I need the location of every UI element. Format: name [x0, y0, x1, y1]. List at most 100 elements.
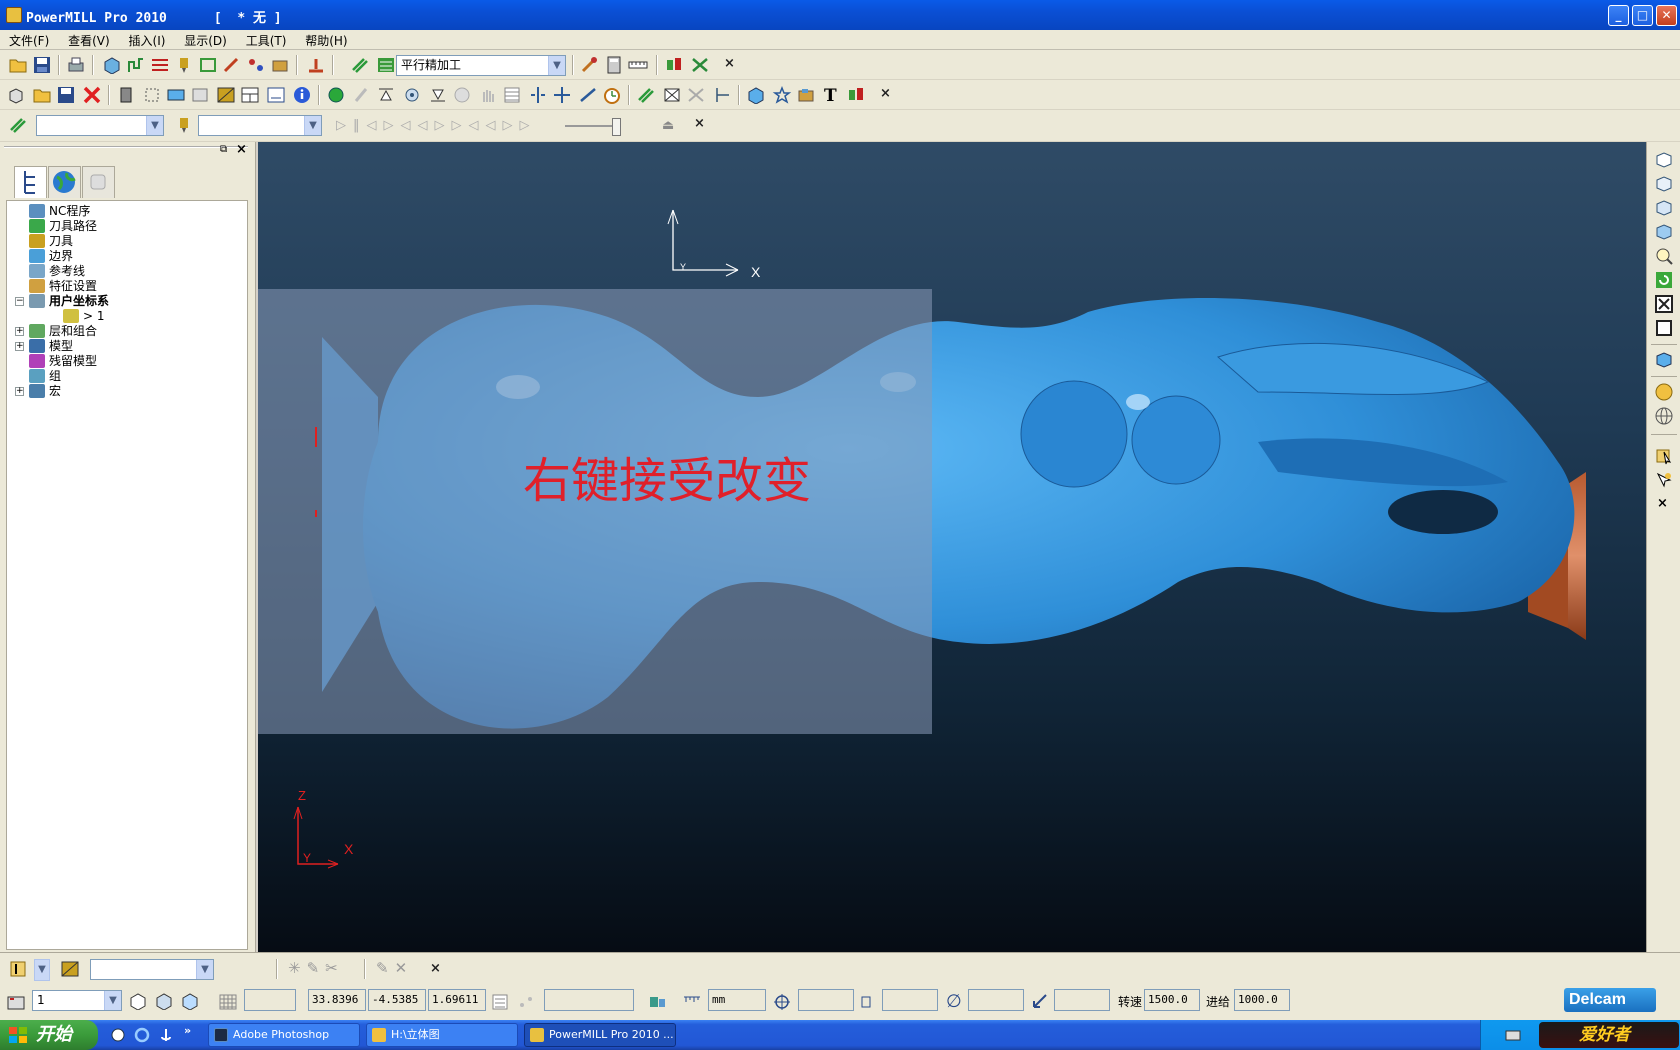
tree-item[interactable]: + 层和组合 [7, 323, 247, 339]
diameter-icon[interactable]: ∅ [946, 991, 962, 1012]
coord-y-field[interactable]: -4.5385 [368, 989, 426, 1011]
cube-view-3-icon[interactable] [180, 992, 200, 1010]
clock-icon[interactable] [602, 86, 622, 104]
powermill-app-icon[interactable] [6, 7, 22, 23]
workplane-select[interactable]: ▼ [90, 959, 214, 980]
start-button[interactable]: 开始 [0, 1020, 98, 1050]
task-powermill[interactable]: PowerMILL Pro 2010 ... [524, 1023, 676, 1047]
graphics-viewport[interactable]: X Y 右键接受改变 Y Z X [258, 142, 1646, 952]
tool-icon[interactable] [174, 56, 194, 74]
close-button[interactable]: ✕ [1656, 5, 1677, 26]
chevron-down-icon[interactable]: ▼ [196, 960, 213, 979]
cube-view-1-icon[interactable] [128, 992, 148, 1010]
refresh-icon[interactable] [1654, 270, 1674, 290]
list-icon[interactable] [490, 993, 510, 1011]
view-right-icon[interactable] [1654, 198, 1674, 218]
tool-select-icon[interactable] [174, 116, 194, 134]
measure-icon[interactable] [846, 86, 866, 104]
task-folder[interactable]: H:\立体图 [366, 1023, 518, 1047]
expand-icon[interactable]: + [15, 342, 24, 351]
tree-item[interactable]: − 用户坐标系 [7, 293, 247, 309]
stepover-field[interactable] [1054, 989, 1110, 1011]
feature-icon[interactable] [246, 56, 266, 74]
select-cursor-icon[interactable] [1654, 446, 1674, 466]
boundary-icon[interactable] [198, 56, 218, 74]
keyboard-tray-icon[interactable] [1505, 1028, 1521, 1042]
quicklaunch-more-icon[interactable]: » [184, 1024, 191, 1037]
toolbar-close-icon[interactable]: × [724, 56, 735, 71]
panel-grip[interactable] [4, 146, 248, 156]
save-project-icon[interactable] [56, 86, 76, 104]
position-field[interactable] [544, 989, 634, 1011]
anchor-icon[interactable] [158, 1027, 174, 1043]
feed-rate-icon[interactable] [150, 56, 170, 74]
draft-angle-icon[interactable] [216, 86, 236, 104]
strategy-list-icon[interactable] [376, 56, 396, 74]
zoom-icon[interactable] [1654, 246, 1674, 266]
select-lasso-icon[interactable] [1654, 470, 1674, 490]
settings-gear-icon[interactable] [402, 86, 422, 104]
toolbar-close-icon[interactable]: × [694, 116, 705, 131]
tree-item[interactable]: + 宏 [7, 383, 247, 399]
snap-points-icon[interactable] [516, 993, 536, 1011]
view-top-icon[interactable] [1654, 150, 1674, 170]
shaded-sphere-icon[interactable] [1654, 382, 1674, 402]
hand-icon[interactable] [478, 86, 498, 104]
expand-icon[interactable]: + [15, 387, 24, 396]
tree-item[interactable]: 刀具 [7, 233, 247, 249]
maximize-button[interactable]: □ [1632, 5, 1653, 26]
units-ruler-icon[interactable] [682, 993, 702, 1011]
stock-model-icon[interactable] [270, 56, 290, 74]
open-project-icon[interactable] [32, 86, 52, 104]
rapid-move-icon[interactable] [126, 56, 146, 74]
toolpath-strategy-icon[interactable] [350, 56, 370, 74]
model-cube-icon[interactable] [746, 86, 766, 104]
layout-icon[interactable] [240, 86, 260, 104]
align-top-icon[interactable] [376, 86, 396, 104]
speed-slider-thumb[interactable] [612, 118, 621, 136]
shade-icon[interactable] [116, 86, 136, 104]
save-icon[interactable] [32, 56, 52, 74]
tab-model-view[interactable] [82, 166, 115, 198]
drawing-tools[interactable]: ✎✕ [376, 959, 413, 977]
viewport-canvas[interactable]: X Y 右键接受改变 Y Z X [258, 142, 1646, 952]
arrow-down-left-icon[interactable] [1030, 993, 1050, 1011]
feed-field[interactable]: 1000.0 [1234, 989, 1290, 1011]
speed-field[interactable]: 1500.0 [1144, 989, 1200, 1011]
chevron-down-icon[interactable]: ▼ [104, 991, 121, 1010]
internet-explorer-icon[interactable] [134, 1027, 150, 1043]
zoom-fit-icon[interactable] [1654, 318, 1674, 338]
tree-item[interactable]: NC程序 [7, 203, 247, 219]
vertical-toolbar-close-icon[interactable]: × [1657, 496, 1668, 511]
chevron-down-icon[interactable]: ▼ [34, 959, 50, 981]
thickness-field[interactable] [882, 989, 938, 1011]
text-tool-icon[interactable]: T [824, 86, 837, 106]
box-stock-icon[interactable] [796, 86, 816, 104]
toolpath-icon[interactable] [8, 116, 28, 134]
menu-file[interactable]: 文件(F) [0, 30, 55, 49]
shaded-model-icon[interactable] [166, 86, 186, 104]
menu-tools[interactable]: 工具(T) [237, 30, 293, 49]
coord-x-field[interactable]: 33.8396 [308, 989, 366, 1011]
menu-insert[interactable]: 插入(I) [120, 30, 172, 49]
menu-view[interactable]: 查看(V) [59, 30, 116, 49]
toolbar-close-icon[interactable]: × [430, 961, 441, 976]
tolerance-field[interactable] [798, 989, 854, 1011]
grid-snap-icon[interactable] [218, 993, 238, 1011]
tree-item[interactable]: + 模型 [7, 338, 247, 354]
postprocess-icon[interactable] [664, 56, 684, 74]
stock-icon[interactable] [648, 993, 668, 1011]
info-icon[interactable] [292, 86, 312, 104]
tab-explorer-tree[interactable] [14, 166, 47, 198]
diameter-field[interactable] [968, 989, 1024, 1011]
star-icon[interactable] [772, 86, 792, 104]
eject-icon[interactable]: ⏏ [662, 118, 674, 133]
print-icon[interactable] [66, 56, 86, 74]
title-bar[interactable]: PowerMILL Pro 2010 [ * 无 ] _ □ ✕ [0, 0, 1680, 30]
toolpath-select[interactable]: ▼ [36, 115, 164, 136]
tool-select[interactable]: ▼ [198, 115, 322, 136]
selection-overlay-box[interactable] [258, 289, 932, 734]
crosshair-icon[interactable] [772, 993, 792, 1011]
workplane-icon[interactable] [8, 960, 28, 978]
menu-help[interactable]: 帮助(H) [296, 30, 353, 49]
